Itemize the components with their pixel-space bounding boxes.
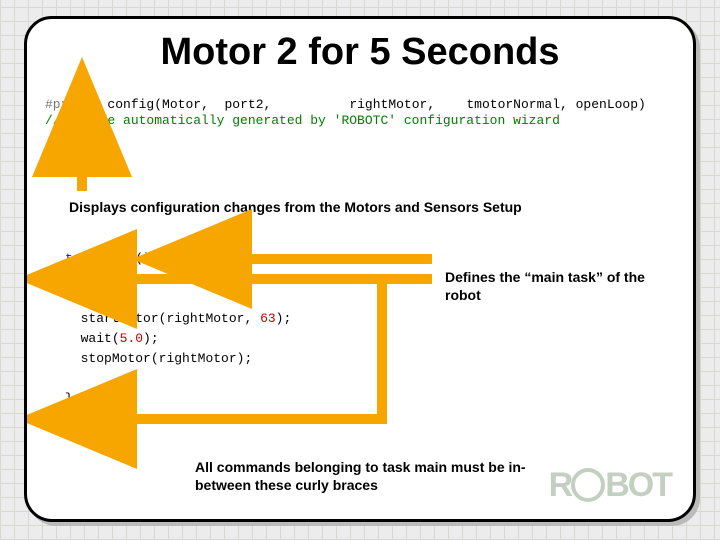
robotc-logo: R BOT [549, 462, 671, 505]
start-motor-fn: startMotor [81, 311, 159, 326]
pragma-code-block: #pragma config(Motor, port2, rightMotor,… [45, 97, 646, 129]
slide-title: Motor 2 for 5 Seconds [27, 31, 693, 74]
annotation-braces: All commands belonging to task main must… [195, 459, 555, 494]
task-keyword: task [65, 251, 96, 266]
main-identifier: main [104, 251, 135, 266]
generated-comment: //*!!Code automatically generated by 'RO… [45, 113, 560, 128]
annotation-main-task: Defines the “main task” of the robot [445, 269, 655, 304]
annotation-config: Displays configuration changes from the … [69, 199, 522, 217]
close-brace: } [65, 391, 73, 406]
open-brace: { [65, 271, 73, 286]
slide-frame: Motor 2 for 5 Seconds #pragma config(Mot… [24, 16, 696, 522]
pragma-config: config [107, 97, 154, 112]
task-main-code-block: task main() { startMotor(rightMotor, 63)… [65, 249, 291, 409]
pragma-directive: #pragma [45, 97, 100, 112]
logo-left: R [549, 466, 572, 504]
stop-motor-fn: stopMotor [81, 351, 151, 366]
text-cursor [71, 411, 73, 429]
gear-icon [571, 468, 605, 502]
wait-fn: wait [81, 331, 112, 346]
logo-right: BOT [605, 466, 671, 504]
